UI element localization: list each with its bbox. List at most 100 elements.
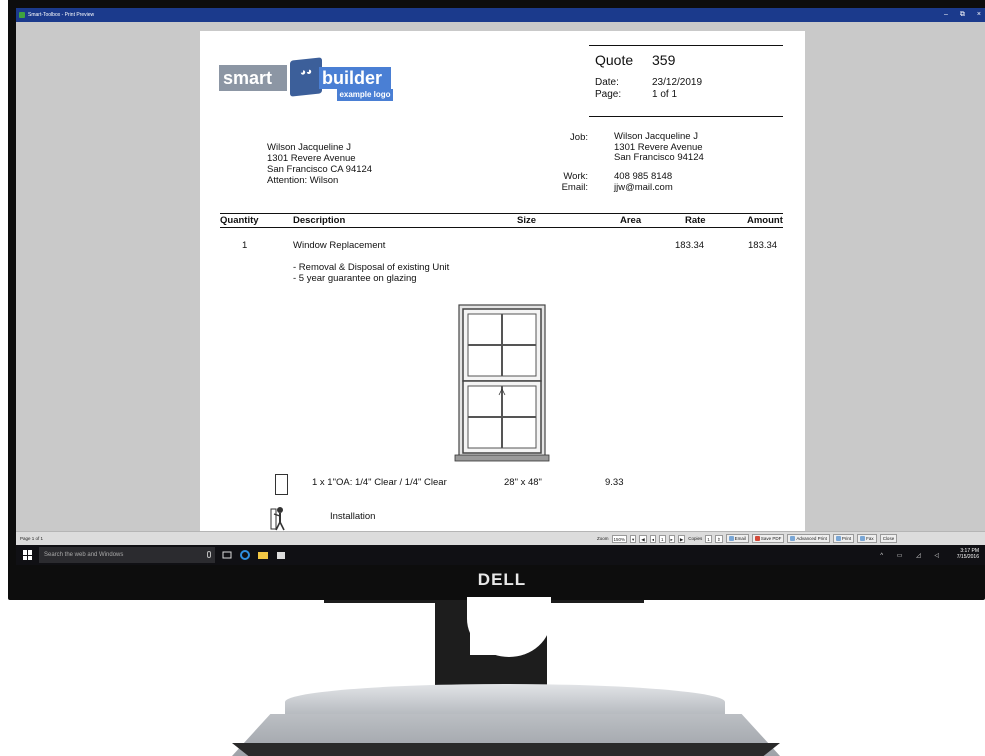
header-description: Description — [293, 215, 346, 226]
owl-logo-icon: ◕◕ — [290, 57, 322, 97]
save-pdf-label: Save PDF — [760, 535, 782, 541]
window-title: Smart-Toolbox - Print Preview — [28, 12, 95, 18]
edge-browser-icon[interactable] — [240, 550, 250, 560]
row1-amount: 183.34 — [748, 240, 778, 251]
note-line: - Removal & Disposal of existing Unit — [293, 262, 450, 273]
page-label: Page: — [595, 89, 622, 100]
email-icon — [728, 536, 734, 541]
logo-builder-text: builder — [319, 67, 391, 89]
fax-button[interactable]: Fax — [857, 534, 877, 543]
row1-quantity: 1 — [242, 240, 248, 251]
header-size: Size — [517, 215, 537, 226]
window-drawing — [454, 304, 550, 462]
header-quantity: Quantity — [220, 215, 259, 226]
page-number-input[interactable]: 1 — [659, 534, 666, 543]
close-preview-button[interactable]: Close — [879, 534, 898, 543]
task-view-icon[interactable] — [222, 550, 232, 560]
email-button-label: Email — [734, 535, 746, 541]
print-button[interactable]: Print — [832, 534, 855, 543]
fax-icon — [860, 536, 866, 541]
pdf-icon — [754, 536, 760, 541]
row1-description: Window Replacement — [293, 240, 386, 251]
windows-start-icon[interactable] — [23, 550, 33, 560]
page-info: Page 1 of 1 — [20, 536, 44, 541]
search-placeholder: Search the web and Windows — [44, 552, 124, 558]
taskbar-clock[interactable]: 3:17 PM 7/15/2016 — [957, 548, 979, 560]
work-label: Work: — [563, 171, 588, 182]
close-window-button[interactable]: × — [977, 8, 981, 22]
minimize-button[interactable]: – — [944, 8, 948, 22]
system-tray-icons[interactable]: ^ ▭ ◿ ◁ — [880, 552, 945, 559]
advanced-print-button[interactable]: Advanced Print — [787, 534, 830, 543]
table-header: Quantity Description Size Area Rate Amou… — [220, 213, 783, 228]
print-preview-page: smart ◕◕ builder example logo Quote 359 … — [200, 31, 805, 531]
email-address: jjw@mail.com — [614, 182, 673, 193]
stand-base-foot — [232, 743, 780, 756]
close-label: Close — [882, 535, 895, 541]
advanced-print-icon — [790, 536, 796, 541]
first-page-icon[interactable]: ◀ — [639, 534, 647, 543]
row1-notes: - Removal & Disposal of existing Unit - … — [293, 262, 450, 284]
title-bar: Smart-Toolbox - Print Preview – ⧉ × — [16, 8, 985, 22]
logo-smart-text: smart — [219, 65, 287, 91]
next-page-icon[interactable]: ▸ — [668, 534, 675, 543]
work-phone: 408 985 8148 — [614, 171, 673, 182]
window-controls: – ⧉ × — [944, 8, 981, 22]
installer-icon — [270, 507, 285, 531]
zoom-select[interactable]: 150% — [611, 534, 628, 543]
last-page-icon[interactable]: ▶ — [677, 534, 686, 543]
header-area: Area — [620, 215, 642, 226]
customer-city: San Francisco CA 94124 — [267, 164, 373, 175]
logo-tagline: example logo — [337, 89, 393, 101]
copies-input[interactable]: 1 — [705, 534, 712, 543]
zoom-dropdown-icon[interactable]: ▾ — [630, 534, 637, 543]
microphone-icon[interactable] — [207, 551, 211, 558]
note-line: - 5 year guarantee on glazing — [293, 272, 417, 284]
row2-description: 1 x 1"OA: 1/4" Clear / 1/4" Clear — [312, 477, 447, 488]
fax-label: Fax — [866, 535, 874, 541]
copies-spinner-icon[interactable]: ⇕ — [714, 534, 723, 543]
file-explorer-icon[interactable] — [258, 550, 268, 560]
contact-info: 408 985 8148 jjw@mail.com — [614, 171, 673, 193]
job-name: Wilson Jacqueline J — [614, 131, 698, 142]
item-placeholder-box — [275, 474, 288, 495]
clock-date: 7/15/2016 — [956, 554, 979, 560]
stand-base-top — [285, 684, 725, 714]
photo-stage: Smart-Toolbox - Print Preview – ⧉ × smar… — [0, 0, 985, 756]
zoom-label: Zoom — [597, 536, 609, 541]
company-logo: smart ◕◕ builder example logo — [219, 57, 393, 103]
job-label: Job: — [570, 132, 588, 143]
quote-number: 359 — [652, 52, 676, 68]
save-pdf-button[interactable]: Save PDF — [751, 534, 785, 543]
header-amount: Amount — [747, 215, 783, 226]
customer-attention: Attention: Wilson — [267, 175, 339, 186]
quote-header-box: Quote 359 Date: 23/12/2019 Page: 1 of 1 — [589, 45, 783, 117]
email-button[interactable]: Email — [725, 534, 749, 543]
preview-toolbar: Zoom 150% ▾ ◀ ◂ 1 ▸ ▶ Copies 1 ⇕ Email S… — [597, 532, 898, 545]
prev-page-icon[interactable]: ◂ — [649, 534, 657, 543]
quote-page: 1 of 1 — [652, 89, 678, 100]
job-city: San Francisco 94124 — [614, 152, 704, 163]
date-label: Date: — [595, 77, 619, 88]
quote-label: Quote — [595, 52, 634, 68]
maximize-button[interactable]: ⧉ — [960, 8, 965, 22]
row2-size: 28" x 48" — [504, 477, 542, 488]
monitor-brand-logo: DELL — [477, 570, 527, 589]
printer-icon — [835, 536, 841, 541]
job-address: Wilson Jacqueline J 1301 Revere Avenue S… — [614, 131, 704, 164]
customer-name: Wilson Jacqueline J — [267, 142, 351, 153]
email-label: Email: — [561, 182, 588, 193]
print-label: Print — [841, 535, 852, 541]
customer-street: 1301 Revere Avenue — [267, 153, 356, 164]
copies-label: Copies — [688, 536, 703, 541]
taskbar-search-box[interactable]: Search the web and Windows — [39, 547, 215, 563]
store-icon[interactable] — [276, 550, 286, 560]
windows-taskbar: Search the web and Windows ^ ▭ ◿ ◁ 3:17 … — [16, 545, 985, 565]
row3-description: Installation — [330, 511, 376, 522]
app-icon — [19, 12, 25, 18]
advanced-print-label: Advanced Print — [796, 535, 827, 541]
customer-address: Wilson Jacqueline J 1301 Revere Avenue S… — [267, 142, 372, 186]
row1-rate: 183.34 — [675, 240, 705, 251]
header-rate: Rate — [685, 215, 706, 226]
monitor-screen: Smart-Toolbox - Print Preview – ⧉ × smar… — [16, 8, 985, 565]
